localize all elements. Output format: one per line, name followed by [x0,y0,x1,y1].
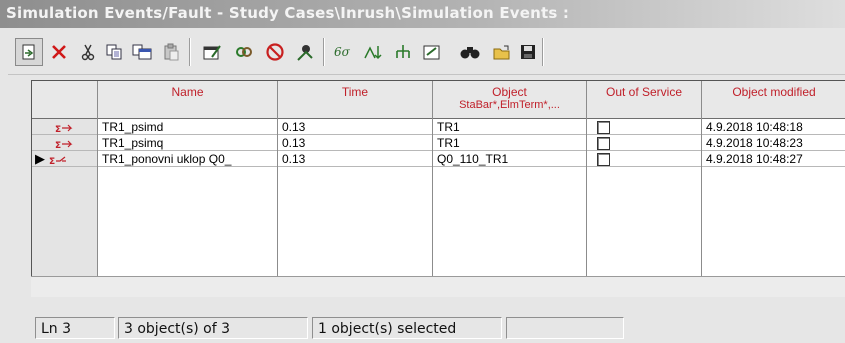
row-marker: ▶ [35,151,45,166]
table-cell-name[interactable]: TR1_psimq [98,135,277,151]
object-modified-column-header[interactable]: Object modified [702,81,845,119]
copy-button[interactable] [100,38,128,66]
paste-button[interactable] [157,38,185,66]
row-header[interactable]: Σ [32,135,97,151]
new-object-button[interactable] [15,38,43,66]
toolbar-separator [542,38,544,66]
status-selection: 1 object(s) selected [312,317,502,339]
table-cell-object[interactable]: TR1 [433,135,586,151]
hierarchy-icon [396,45,410,58]
object-header-label: Object [492,85,527,99]
time-header-label: Time [341,85,369,99]
out-of-service-header-label: Out of Service [605,85,683,99]
table-cell-object[interactable]: TR1 [433,119,586,135]
svg-text:Σ: Σ [55,141,61,150]
edit-button[interactable] [198,38,226,66]
new-object-icon [22,44,35,60]
cut-button[interactable] [74,38,102,66]
mark-graphic-button[interactable] [291,38,319,66]
copy-icon [106,44,122,60]
time-column: Time 0.13 0.13 0.13 [278,81,433,277]
svg-text:Σ: Σ [49,157,55,166]
variables-icon: 6σ [334,45,351,59]
status-extra-field [506,317,624,339]
table-cell-modified[interactable]: 4.9.2018 10:48:27 [702,151,845,167]
table-cell-time[interactable]: 0.13 [278,135,432,151]
status-line-number: Ln 3 [35,317,115,339]
event-icon: Σ [55,124,72,134]
variables-button[interactable]: 6σ [329,38,357,66]
table-cell-out-of-service [587,135,701,151]
row-header-column: Σ Σ ▶ Σ [32,81,98,277]
save-button[interactable] [514,38,542,66]
out-of-service-checkbox[interactable] [597,153,610,166]
table-cell-name[interactable]: TR1_psimd [98,119,277,135]
object-column-header[interactable]: Object StaBar*,ElmTerm*,... [433,81,586,119]
toolbar: 6σ [8,30,845,75]
detail-mode-button[interactable] [418,38,446,66]
sort-icon [364,46,382,60]
table-cell-time[interactable]: 0.13 [278,119,432,135]
window-titlebar: Simulation Events/Fault - Study Cases\In… [0,0,845,28]
delete-button[interactable] [45,38,73,66]
name-header-label: Name [171,85,204,99]
open-folder-icon [493,45,510,60]
event-icon: Σ [55,140,72,150]
out-of-service-column-header[interactable]: Out of Service [587,81,701,119]
object-column: Object StaBar*,ElmTerm*,... TR1 TR1 Q0_1… [433,81,587,277]
table-cell-out-of-service [587,151,701,167]
toolbar-separator [189,38,191,66]
events-table: Σ Σ ▶ Σ Name TR1_psimd TR1_psimq TR1_pon… [31,80,845,277]
svg-text:6σ: 6σ [334,45,351,59]
horizontal-scroll-area[interactable] [31,276,845,297]
table-cell-modified[interactable]: 4.9.2018 10:48:23 [702,135,845,151]
table-cell-modified[interactable]: 4.9.2018 10:48:18 [702,119,845,135]
object-modified-header-label: Object modified [732,85,816,99]
out-of-service-column: Out of Service [587,81,702,277]
cut-icon [81,44,95,61]
sort-button[interactable] [359,38,387,66]
copy-with-header-button[interactable] [128,38,156,66]
out-of-service-icon [266,43,284,61]
mark-graphic-icon [297,45,313,61]
out-of-service-checkbox[interactable] [597,121,610,134]
status-object-count: 3 object(s) of 3 [118,317,308,339]
link-button[interactable] [230,38,258,66]
object-header-filter: StaBar*,ElmTerm*,... [459,99,560,111]
edit-icon [203,45,221,60]
link-icon [236,47,252,57]
table-cell-name[interactable]: TR1_ponovni uklop Q0_ [98,151,277,167]
name-column-header[interactable]: Name [98,81,277,119]
open-folder-button[interactable] [488,38,516,66]
detail-mode-icon [423,45,440,60]
find-icon [460,47,480,59]
window-title: Simulation Events/Fault - Study Cases\In… [6,4,570,22]
out-of-service-button[interactable] [261,38,289,66]
copy-with-header-icon [132,44,152,60]
row-header[interactable]: ▶ Σ [32,151,97,167]
table-cell-object[interactable]: Q0_110_TR1 [433,151,586,167]
find-button[interactable] [456,38,484,66]
name-column: Name TR1_psimd TR1_psimq TR1_ponovni ukl… [98,81,278,277]
out-of-service-checkbox[interactable] [597,137,610,150]
time-column-header[interactable]: Time [278,81,432,119]
table-cell-out-of-service [587,119,701,135]
switch-event-icon: Σ [49,156,67,166]
row-header-corner [32,81,97,119]
paste-icon [164,43,179,61]
table-cell-time[interactable]: 0.13 [278,151,432,167]
toolbar-separator [323,38,325,66]
row-header[interactable]: Σ [32,119,97,135]
object-modified-column: Object modified 4.9.2018 10:48:18 4.9.20… [702,81,845,277]
delete-icon [52,45,66,59]
hierarchy-button[interactable] [389,38,417,66]
svg-text:Σ: Σ [55,125,61,134]
save-icon [521,45,535,59]
